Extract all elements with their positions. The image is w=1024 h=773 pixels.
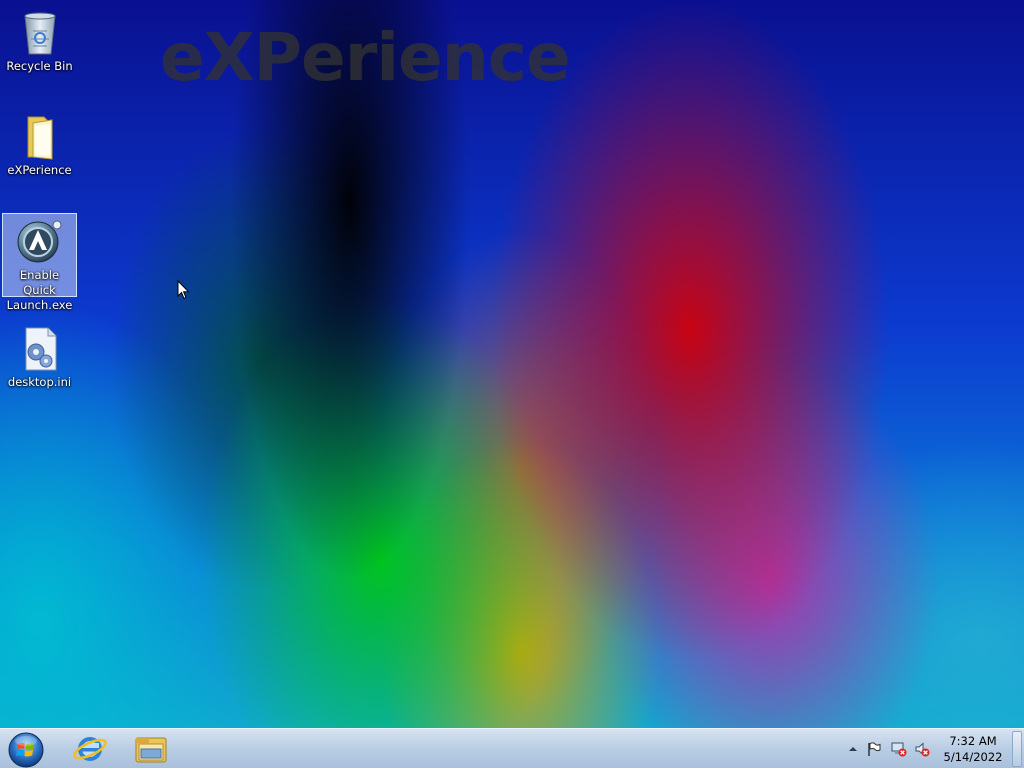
system-clock[interactable]: 7:32 AM 5/14/2022 xyxy=(935,733,1011,765)
desktop[interactable]: eXPerience Recycle Bin eXPerience Enable… xyxy=(0,0,1024,728)
show-desktop-button[interactable] xyxy=(1012,731,1022,767)
windows-start-orb-icon xyxy=(8,732,44,768)
clock-date: 5/14/2022 xyxy=(943,750,1003,764)
desktop-icon-recycle-bin[interactable]: Recycle Bin xyxy=(2,4,77,80)
desktop-icon-label: eXPerience xyxy=(7,163,72,177)
start-button[interactable] xyxy=(7,731,45,769)
file-explorer-icon xyxy=(135,737,167,763)
taskbar-file-explorer[interactable] xyxy=(127,730,175,768)
folder-icon xyxy=(16,113,64,161)
desktop-icon-label: desktop.ini xyxy=(7,375,72,389)
recycle-bin-icon xyxy=(16,9,64,57)
action-center-flag-icon[interactable] xyxy=(866,741,882,757)
volume-muted-icon[interactable] xyxy=(914,741,930,757)
app-exe-icon xyxy=(16,218,64,266)
taskbar: 7:32 AM 5/14/2022 xyxy=(0,728,1024,768)
desktop-icon-label: Enable Quick Launch.exe xyxy=(6,268,73,312)
desktop-icon-enable-quick-launch[interactable]: Enable Quick Launch.exe xyxy=(2,213,77,312)
clock-time: 7:32 AM xyxy=(949,734,997,748)
desktop-icon-desktop-ini[interactable]: desktop.ini xyxy=(2,320,77,390)
taskbar-internet-explorer[interactable] xyxy=(66,730,114,768)
desktop-icon-label: Recycle Bin xyxy=(6,59,73,73)
desktop-watermark: eXPerience xyxy=(160,19,571,96)
desktop-icon-experience-folder[interactable]: eXPerience xyxy=(2,108,77,184)
internet-explorer-icon xyxy=(73,737,107,761)
mouse-cursor-icon xyxy=(177,280,190,300)
show-hidden-icons-arrow[interactable] xyxy=(845,741,861,757)
settings-file-icon xyxy=(16,325,64,373)
network-error-icon[interactable] xyxy=(891,741,907,757)
